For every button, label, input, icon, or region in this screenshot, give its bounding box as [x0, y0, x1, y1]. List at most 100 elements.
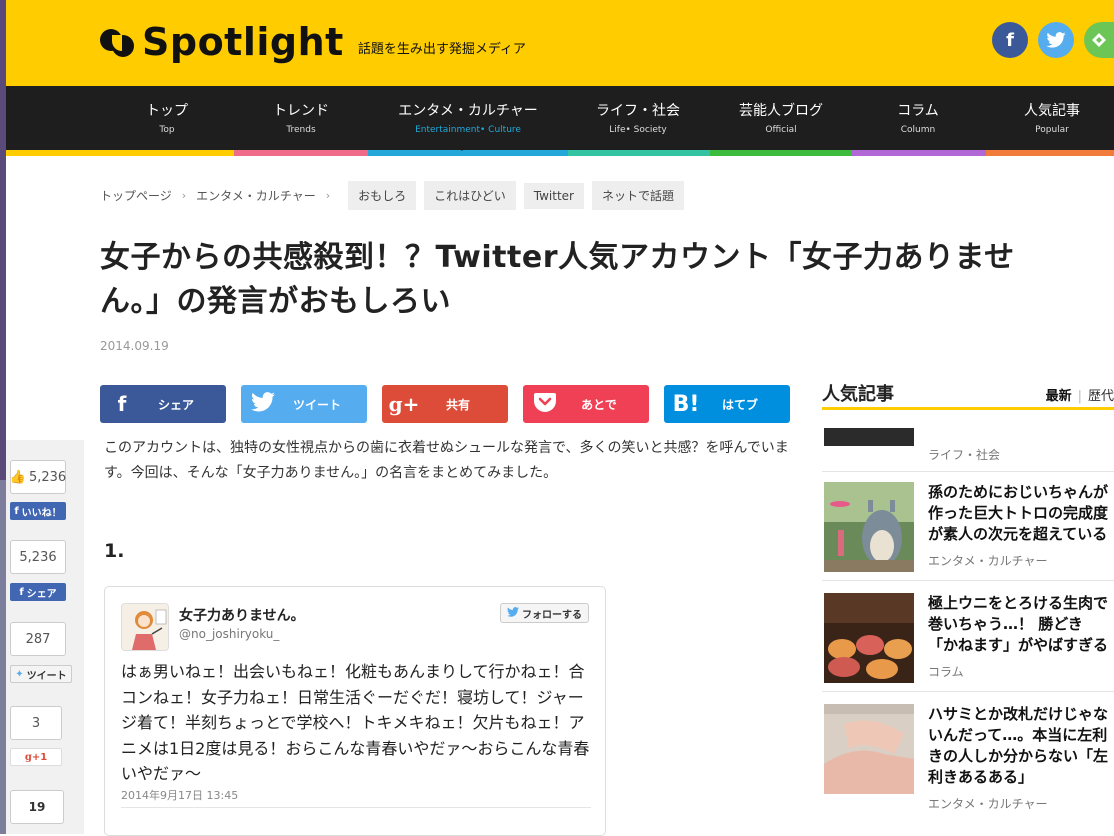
main-nav: トップ Top トレンド Trends エンタメ・カルチャー Entertain…: [6, 86, 1114, 150]
sidebar-article[interactable]: ハサミとか改札だけじゃな いんだって…。本当に左利 きの人しか分からない「左 利…: [822, 704, 1114, 834]
share-label: 共有: [445, 397, 470, 412]
divider: [822, 471, 1114, 472]
tweet-divider: [121, 807, 591, 808]
breadcrumb-category[interactable]: エンタメ・カルチャー: [196, 187, 316, 204]
feedly-icon[interactable]: [1084, 22, 1114, 58]
follow-button[interactable]: フォローする: [500, 603, 589, 623]
nav-sublabel: Trends: [286, 125, 316, 135]
count-value: 5,236: [28, 469, 67, 485]
gplus-count: 3: [10, 706, 62, 740]
article-category: コラム: [928, 665, 964, 679]
header-social-links: f: [992, 22, 1114, 58]
hatena-count: 19: [10, 790, 64, 824]
tweet-text: はぁ男いねェ！出会いもねェ！化粧もあんまりして行かねェ！合コンねェ！女子力ねェ！…: [121, 662, 590, 784]
tab-latest[interactable]: 最新: [1046, 389, 1072, 404]
nav-label: ライフ・社会: [596, 103, 680, 119]
hatena-bookmark-button[interactable]: B! はてブ: [664, 385, 790, 423]
tweet-timestamp[interactable]: 2014年9月17日 13:45: [121, 787, 238, 803]
share-label: シェア: [157, 397, 194, 412]
nav-label: 芸能人ブログ: [739, 103, 823, 119]
nav-strip-segment: [986, 150, 1114, 156]
logo-text: Spotlight: [142, 20, 344, 64]
article-title: 女子からの共感殺到！？Twitter人気アカウント「女子力ありませ ん。」の発言…: [100, 236, 1114, 323]
nav-strip-segment: [710, 150, 852, 156]
fb-share-button[interactable]: f シェア: [10, 583, 66, 601]
sidebar-tabs: 最新 | 歴代: [1045, 389, 1114, 404]
article-intro: このアカウントは、独特の女性視点からの歯に衣着せぬシュールな発言で、多くの笑いと…: [104, 440, 789, 481]
share-label: あとで: [581, 397, 617, 412]
nav-sublabel: Official: [765, 125, 797, 135]
nav-sublabel: Top: [159, 125, 175, 135]
google-plus-share-button[interactable]: g+ 共有: [382, 385, 508, 423]
nav-item-official[interactable]: 芸能人ブログ Official: [726, 100, 836, 135]
nav-strip-segment: [234, 150, 368, 156]
facebook-share-button[interactable]: f シェア: [100, 385, 226, 423]
google-plus-icon: g+: [388, 392, 420, 416]
share-label: はてブ: [721, 397, 758, 412]
google-plus-icon: g: [24, 751, 32, 763]
nav-sublabel: Life• Society: [609, 125, 667, 135]
fb-like-count: 👍 5,236: [10, 460, 66, 494]
gplus-button[interactable]: g +1: [10, 748, 62, 766]
pocket-icon: [523, 392, 567, 417]
tag-net-wadai[interactable]: ネットで話題: [591, 181, 684, 210]
float-tweet-button[interactable]: ✦ ツイート: [10, 665, 72, 683]
nav-label: 人気記事: [1024, 103, 1080, 119]
fb-share-count: 5,236: [10, 540, 66, 574]
tweet-author-name[interactable]: 女子力ありません。: [179, 605, 305, 625]
avatar[interactable]: [121, 603, 169, 651]
nav-sublabel: Column: [900, 125, 936, 135]
article-title: ハサミとか改札だけじゃな いんだって…。本当に左利 きの人しか分からない「左 利…: [928, 705, 1109, 786]
article-title-line: 女子からの共感殺到！？Twitter人気アカウント「女子力ありませ: [100, 240, 1015, 275]
article-title: 極上ウニをとろける生肉で 巻いちゃう…！ 勝どき 「かねます」がやばすぎる: [928, 594, 1109, 654]
nav-label: トレンド: [273, 103, 329, 119]
tag-omoshiro[interactable]: おもしろ: [348, 181, 417, 210]
breadcrumb-home[interactable]: トップページ: [100, 187, 172, 204]
divider: [822, 691, 1114, 692]
article-category: エンタメ・カルチャー: [928, 554, 1048, 568]
site-logo[interactable]: Spotlight 話題を生み出す発掘メディア: [100, 20, 526, 64]
nav-item-life[interactable]: ライフ・社会 Life• Society: [590, 100, 686, 135]
tag-korehahidoi[interactable]: これはひどい: [424, 181, 516, 210]
nav-item-top[interactable]: トップ Top: [130, 100, 204, 135]
nav-label: コラム: [897, 103, 939, 119]
button-label: シェア: [26, 588, 57, 600]
article-thumbnail: [824, 704, 914, 794]
twitter-icon[interactable]: [1038, 22, 1074, 58]
nav-item-column[interactable]: コラム Column: [876, 100, 960, 135]
button-label: いいね！: [21, 507, 62, 519]
nav-strip-segment: [852, 150, 986, 156]
follow-label: フォローする: [522, 609, 582, 621]
facebook-icon[interactable]: f: [992, 22, 1028, 58]
sidebar-article[interactable]: ライフ・社会: [822, 428, 1114, 472]
article-thumbnail: [824, 482, 914, 572]
site-header: Spotlight 話題を生み出す発掘メディア f: [6, 0, 1114, 86]
nav-strip-segment: [368, 150, 568, 156]
nav-item-entertainment[interactable]: エンタメ・カルチャー Entertainment• Culture: [390, 100, 546, 135]
article-category: エンタメ・カルチャー: [928, 797, 1048, 811]
sidebar-title: 人気記事: [822, 384, 894, 405]
nav-strip-segment: [568, 150, 710, 156]
article-title-line: ん。」の発言がおもしろい: [100, 283, 451, 319]
section-number: 1.: [104, 540, 125, 562]
nav-sublabel: Entertainment• Culture: [415, 125, 521, 135]
nav-strip-segment: [6, 150, 234, 156]
popular-articles-header: 人気記事 最新 | 歴代: [822, 380, 1114, 410]
tweet-author-handle[interactable]: @no_joshiryoku_: [179, 627, 279, 641]
button-label: ツイート: [26, 670, 67, 682]
fb-like-button[interactable]: f いいね！: [10, 502, 66, 520]
tag-twitter[interactable]: Twitter: [523, 182, 584, 209]
article-thumbnail: [824, 428, 914, 446]
pocket-button[interactable]: あとで: [523, 385, 649, 423]
tweet-button[interactable]: ツイート: [241, 385, 367, 423]
sidebar-article[interactable]: 孫のためにおじいちゃんが 作った巨大トトロの完成度 が素人の次元を超えている エ…: [822, 482, 1114, 582]
nav-item-trends[interactable]: トレンド Trends: [258, 100, 344, 135]
divider: [822, 580, 1114, 581]
nav-item-popular[interactable]: 人気記事 Popular: [1010, 100, 1094, 135]
tab-all-time[interactable]: 歴代: [1088, 389, 1114, 404]
nav-label: トップ: [146, 103, 188, 119]
article-thumbnail: [824, 593, 914, 683]
chevron-right-icon: ›: [181, 189, 187, 202]
chevron-right-icon: ›: [325, 189, 331, 202]
sidebar-article[interactable]: 極上ウニをとろける生肉で 巻いちゃう…！ 勝どき 「かねます」がやばすぎる コラ…: [822, 593, 1114, 693]
